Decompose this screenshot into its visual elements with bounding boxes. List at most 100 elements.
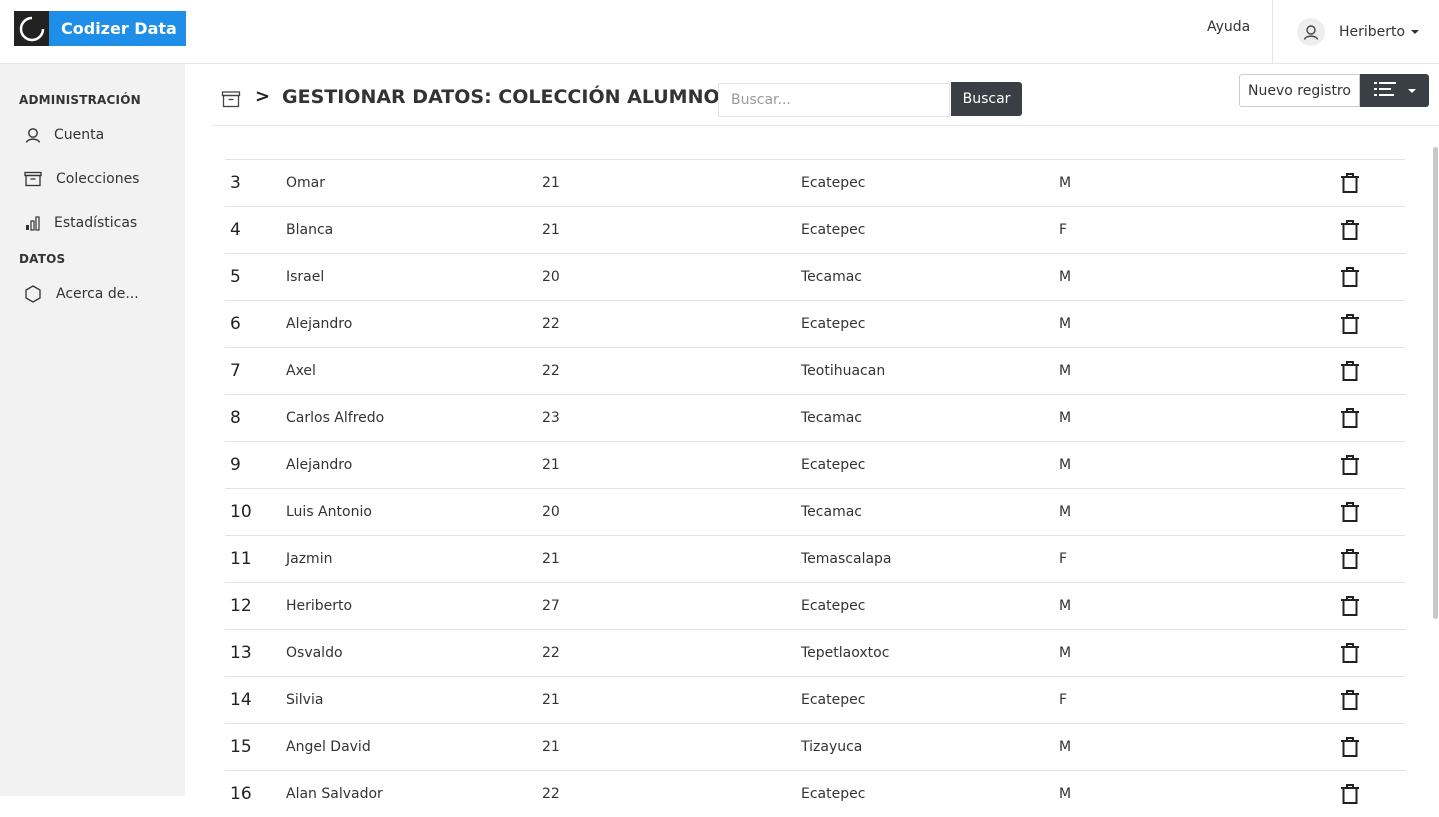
delete-icon[interactable] [1340,489,1360,535]
table-row[interactable]: 12 Heriberto 27 Ecatepec M [225,582,1405,629]
student-age: 21 [542,739,560,755]
record-id: 5 [230,267,241,287]
archive-icon [221,90,241,112]
student-age: 22 [542,363,560,379]
table-row[interactable]: 6 Alejandro 22 Ecatepec M [225,300,1405,347]
student-sex: M [1059,786,1072,802]
record-id: 4 [230,220,241,240]
student-age: 22 [542,645,560,661]
search-button[interactable]: Buscar [951,82,1022,116]
student-sex: M [1059,645,1072,661]
table-row[interactable]: 14 Silvia 21 Ecatepec F [225,676,1405,723]
delete-icon[interactable] [1340,771,1360,817]
student-sex: M [1059,504,1072,520]
student-city: Ecatepec [801,316,866,332]
student-city: Temascalapa [801,551,892,567]
archive-icon [24,170,42,188]
delete-icon[interactable] [1340,677,1360,723]
sidebar-heading-admin: ADMINISTRACIÓN [19,93,141,107]
student-sex: M [1059,175,1072,191]
table-row[interactable]: 10 Luis Antonio 20 Tecamac M [225,488,1405,535]
delete-icon[interactable] [1340,630,1360,676]
sidebar-item-estadisticas[interactable]: Estadísticas [24,214,137,232]
student-sex: F [1059,692,1068,708]
student-city: Ecatepec [801,222,866,238]
student-city: Ecatepec [801,175,866,191]
student-name: Luis Antonio [286,504,372,520]
student-name: Silvia [286,692,324,708]
student-age: 21 [542,222,560,238]
page-header: > GESTIONAR DATOS: COLECCIÓN ALUMNOS Bus… [212,64,1439,126]
delete-icon[interactable] [1340,348,1360,394]
help-link[interactable]: Ayuda [1207,19,1250,35]
student-city: Tepetlaoxtoc [801,645,890,661]
view-options-button[interactable] [1360,74,1429,107]
student-age: 21 [542,175,560,191]
record-id: 14 [230,690,252,710]
table-row[interactable]: 8 Carlos Alfredo 23 Tecamac M [225,394,1405,441]
delete-icon[interactable] [1340,536,1360,582]
record-id: 11 [230,549,252,569]
new-record-button[interactable]: Nuevo registro [1239,74,1360,107]
student-sex: M [1059,410,1072,426]
delete-icon[interactable] [1340,301,1360,347]
sidebar-item-acerca[interactable]: Acerca de... [24,285,139,303]
student-age: 22 [542,786,560,802]
sidebar-item-label: Acerca de... [56,286,139,302]
table-row[interactable]: 5 Israel 20 Tecamac M [225,253,1405,300]
student-age: 20 [542,269,560,285]
student-city: Teotihuacan [801,363,886,379]
delete-icon[interactable] [1340,583,1360,629]
student-city: Tecamac [801,504,862,520]
delete-icon[interactable] [1340,395,1360,441]
student-name: Osvaldo [286,645,343,661]
table-row[interactable]: 13 Osvaldo 22 Tepetlaoxtoc M [225,629,1405,676]
record-id: 10 [230,502,252,522]
record-id: 16 [230,784,252,804]
delete-icon[interactable] [1340,724,1360,770]
table-row[interactable]: 16 Alan Salvador 22 Ecatepec M [225,770,1405,817]
search-input[interactable] [718,83,950,117]
brand-logo[interactable]: Codizer Data [14,11,186,46]
table-row[interactable]: 7 Axel 22 Teotihuacan M [225,347,1405,394]
table-row[interactable]: 9 Alejandro 21 Ecatepec M [225,441,1405,488]
user-name: Heriberto [1339,24,1406,40]
record-id: 8 [230,408,241,428]
sidebar-item-colecciones[interactable]: Colecciones [24,170,139,188]
sidebar-item-cuenta[interactable]: Cuenta [24,126,104,144]
student-name: Angel David [286,739,371,755]
record-id: 7 [230,361,241,381]
student-name: Alan Salvador [286,786,383,802]
breadcrumb-separator: > [255,86,271,107]
record-id: 12 [230,596,252,616]
scrollbar[interactable] [1433,147,1438,619]
delete-icon[interactable] [1340,160,1360,206]
student-sex: M [1059,316,1072,332]
table-row[interactable]: 15 Angel David 21 Tizayuca M [225,723,1405,770]
student-age: 21 [542,551,560,567]
user-icon [1297,18,1325,46]
record-id: 9 [230,455,241,475]
record-id: 6 [230,314,241,334]
student-city: Tizayuca [801,739,863,755]
bar-chart-icon [24,214,42,232]
sidebar: ADMINISTRACIÓN Cuenta Colecciones Estadí… [0,64,185,796]
caret-down-icon [1407,88,1416,93]
table-row[interactable]: 4 Blanca 21 Ecatepec F [225,206,1405,253]
delete-icon[interactable] [1340,442,1360,488]
table-row[interactable]: 3 Omar 21 Ecatepec M [225,159,1405,206]
student-name: Omar [286,175,325,191]
student-age: 23 [542,410,560,426]
student-name: Alejandro [286,457,353,473]
list-icon [1373,81,1396,101]
student-age: 21 [542,692,560,708]
delete-icon[interactable] [1340,207,1360,253]
student-sex: M [1059,739,1072,755]
student-city: Tecamac [801,410,862,426]
loading-ring-icon [14,11,49,46]
table-row[interactable]: 11 Jazmin 21 Temascalapa F [225,535,1405,582]
records-table: 3 Omar 21 Ecatepec M 4 Blanca 21 Ecatepe… [225,159,1405,817]
student-city: Ecatepec [801,786,866,802]
delete-icon[interactable] [1340,254,1360,300]
user-menu[interactable]: Heriberto [1272,0,1439,64]
